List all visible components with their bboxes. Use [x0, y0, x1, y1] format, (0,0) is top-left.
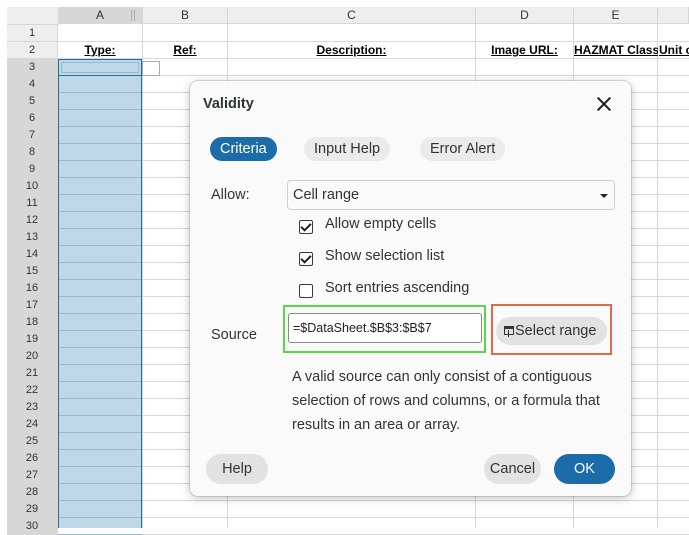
select-range-highlight: Select range [491, 304, 612, 355]
grid-column-line [142, 24, 143, 528]
checkbox-checked-icon [299, 252, 313, 266]
column-header-f[interactable] [658, 7, 689, 24]
row-header-29[interactable]: 29 [7, 501, 58, 518]
show-selection-list-label: Show selection list [325, 248, 445, 264]
row-header-11[interactable]: 11 [7, 195, 58, 212]
row-header-12[interactable]: 12 [7, 212, 58, 229]
select-range-icon [504, 326, 514, 337]
row-header-8[interactable]: 8 [7, 144, 58, 161]
row-header-1[interactable]: 1 [7, 25, 58, 42]
checkbox-checked-icon [299, 220, 313, 234]
select-all-corner[interactable] [7, 7, 59, 25]
active-cell-a3[interactable] [58, 59, 142, 76]
ok-button[interactable]: OK [554, 454, 615, 484]
row-header-13[interactable]: 13 [7, 229, 58, 246]
source-label: Source [211, 327, 257, 343]
cancel-button[interactable]: Cancel [484, 454, 541, 484]
chevron-down-icon [600, 194, 608, 198]
row-header-17[interactable]: 17 [7, 297, 58, 314]
selection-border [58, 59, 142, 528]
header-cell-image-url[interactable]: Image URL: [476, 42, 573, 59]
grid-row-line [58, 517, 689, 518]
sort-ascending-label: Sort entries ascending [325, 280, 470, 296]
header-cell-ref[interactable]: Ref: [143, 42, 227, 59]
row-header-24[interactable]: 24 [7, 416, 58, 433]
validity-dialog: Validity Criteria Input Help Error Alert… [190, 81, 631, 496]
help-button[interactable]: Help [206, 454, 268, 484]
row-header-21[interactable]: 21 [7, 365, 58, 382]
row-header-27[interactable]: 27 [7, 467, 58, 484]
allow-empty-cells-label: Allow empty cells [325, 216, 437, 232]
source-input[interactable]: =$DataSheet.$B$3:$B$7 [288, 313, 482, 343]
header-cell-hazmat[interactable]: HAZMAT Class: [574, 42, 658, 59]
row-header-14[interactable]: 14 [7, 246, 58, 263]
dialog-title: Validity [203, 96, 254, 112]
column-header-e[interactable]: E [574, 7, 658, 24]
close-icon[interactable] [591, 91, 617, 117]
row-header-26[interactable]: 26 [7, 450, 58, 467]
header-cell-type[interactable]: Type: [58, 42, 142, 59]
checkbox-unchecked-icon [299, 284, 313, 298]
row-header-23[interactable]: 23 [7, 399, 58, 416]
allow-dropdown[interactable]: Cell range [287, 180, 615, 210]
column-header-c[interactable]: C [228, 7, 476, 24]
row-header-5[interactable]: 5 [7, 93, 58, 110]
column-header-d[interactable]: D [476, 7, 574, 24]
row-header-22[interactable]: 22 [7, 382, 58, 399]
row-header-16[interactable]: 16 [7, 280, 58, 297]
tab-input-help[interactable]: Input Help [304, 137, 391, 161]
row-header-9[interactable]: 9 [7, 161, 58, 178]
column-resize-handle-icon[interactable] [131, 10, 135, 21]
header-cell-unit[interactable]: Unit o [659, 42, 689, 59]
grid-column-line [657, 24, 658, 528]
allow-label: Allow: [211, 187, 250, 203]
grid-row-line [58, 500, 689, 501]
row-header-4[interactable]: 4 [7, 76, 58, 93]
column-header-b[interactable]: B [143, 7, 228, 24]
row-header-28[interactable]: 28 [7, 484, 58, 501]
source-help-text: A valid source can only consist of a con… [292, 369, 600, 433]
row-header-18[interactable]: 18 [7, 314, 58, 331]
tab-error-alert[interactable]: Error Alert [420, 137, 506, 161]
select-range-label: Select range [515, 323, 597, 339]
select-range-button[interactable]: Select range [496, 317, 607, 345]
row-header-7[interactable]: 7 [7, 127, 58, 144]
source-field-highlight: =$DataSheet.$B$3:$B$7 [283, 305, 486, 353]
row-header-25[interactable]: 25 [7, 433, 58, 450]
tab-criteria[interactable]: Criteria [210, 137, 277, 161]
header-cell-description[interactable]: Description: [228, 42, 475, 59]
dialog-titlebar: Validity [190, 81, 631, 126]
row-header-3[interactable]: 3 [7, 59, 58, 76]
row-header-20[interactable]: 20 [7, 348, 58, 365]
row-header-19[interactable]: 19 [7, 331, 58, 348]
row-header-30[interactable]: 30 [7, 518, 58, 535]
cell-autocomplete-box [142, 61, 160, 76]
row-header-15[interactable]: 15 [7, 263, 58, 280]
row-header-2[interactable]: 2 [7, 42, 58, 59]
allow-dropdown-value: Cell range [293, 187, 360, 203]
row-header-6[interactable]: 6 [7, 110, 58, 127]
row-header-10[interactable]: 10 [7, 178, 58, 195]
